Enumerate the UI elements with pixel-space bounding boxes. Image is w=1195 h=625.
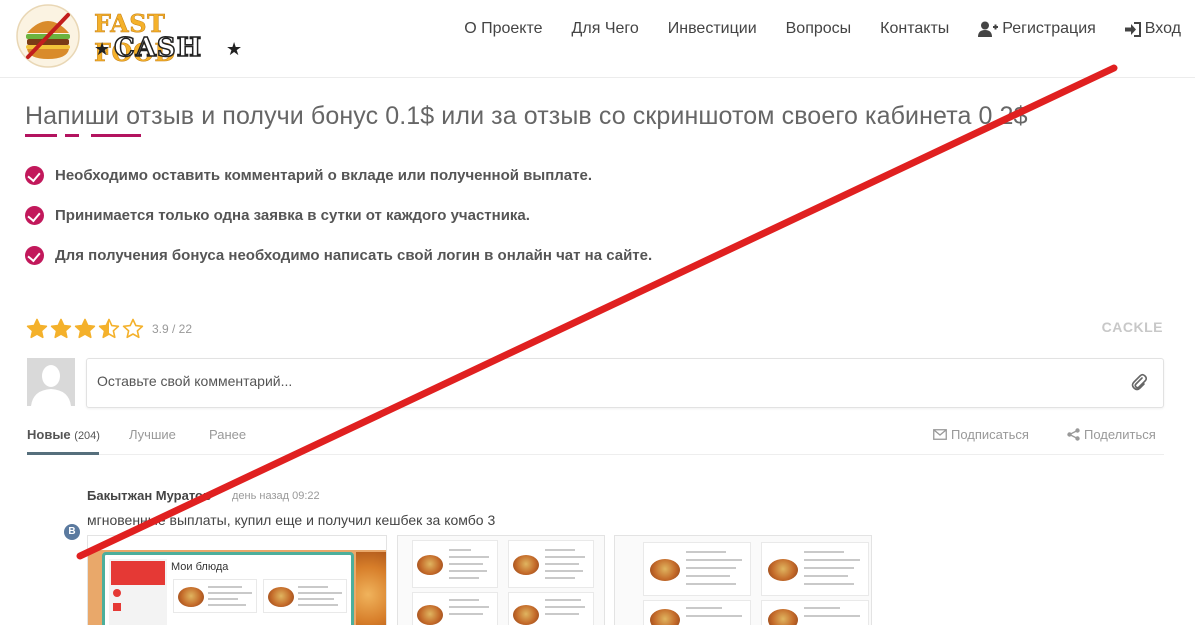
star-icon: ★ [94,39,111,59]
star-icon: ★ [226,39,243,59]
tab-new-label: Новые [27,427,71,442]
tab-new[interactable]: Новые (204) [27,427,100,442]
screenshot-title: Мои блюда [171,561,229,573]
nav-investments[interactable]: Инвестиции [668,20,757,38]
title-underline-decoration [25,134,145,137]
share-label: Поделиться [1084,427,1156,442]
rating-widget: 3.9 / 22 [26,318,192,340]
check-circle-icon [25,245,44,265]
subscribe-label: Подписаться [951,427,1029,442]
tab-new-count: (204) [74,430,100,442]
vk-network-badge: B [64,524,80,540]
comment-author[interactable]: Бакытжан Муратов [87,488,211,503]
rules-list: Необходимо оставить комментарий о вкладе… [25,165,652,285]
page: FAST FOOD ★ CASH ★ О Проекте Для Чего Ин… [0,0,1195,625]
star-empty-icon[interactable] [122,318,144,340]
red-strikethrough-line [76,64,1118,560]
rating-value: 3.9 / 22 [152,322,193,336]
tab-earlier[interactable]: Ранее [209,427,246,442]
comment-input-box[interactable] [86,358,1164,408]
rating-stars[interactable] [26,318,146,340]
nav-purpose[interactable]: Для Чего [572,20,639,38]
page-title: Напиши отзыв и получи бонус 0.1$ или за … [25,102,1028,130]
envelope-icon [933,429,947,440]
burger-crossed-logo-icon [16,4,80,68]
main-nav: О Проекте Для Чего Инвестиции Вопросы Ко… [435,18,1181,40]
nav-login[interactable]: Вход [1124,20,1181,38]
nav-faq[interactable]: Вопросы [786,20,852,38]
rule-item: Принимается только одна заявка в сутки о… [25,205,652,225]
nav-contacts[interactable]: Контакты [880,20,949,38]
rule-item: Необходимо оставить комментарий о вкладе… [25,165,652,185]
nav-register-label: Регистрация [1002,20,1096,37]
star-half-icon[interactable] [98,318,120,340]
tab-best[interactable]: Лучшие [129,427,176,442]
comment-image-thumbnail[interactable] [614,535,872,625]
comment-time[interactable]: день назад 09:22 [232,490,320,502]
user-plus-icon [978,21,999,37]
user-avatar [27,358,75,406]
rule-text: Принимается только одна заявка в сутки о… [55,206,530,224]
star-full-icon[interactable] [74,318,96,340]
comment-input[interactable] [87,359,1087,403]
rule-item: Для получения бонуса необходимо написать… [25,245,652,265]
cackle-brand-link[interactable]: CACKLE [1102,319,1163,335]
check-circle-icon [25,165,44,185]
rule-text: Необходимо оставить комментарий о вкладе… [55,166,592,184]
rule-text: Для получения бонуса необходимо написать… [55,246,653,264]
comment-image-thumbnail[interactable]: Мои блюда [87,535,387,625]
comment-text: мгновенные выплаты, купил еще и получил … [87,512,496,528]
comment-image-thumbnail[interactable] [397,535,605,625]
share-icon [1067,428,1080,441]
subscribe-button[interactable]: Подписаться [933,427,1029,442]
sign-in-icon [1124,21,1141,37]
nav-about[interactable]: О Проекте [464,20,542,38]
share-button[interactable]: Поделиться [1067,427,1156,442]
check-circle-icon [25,205,44,225]
site-logo[interactable]: FAST FOOD ★ CASH ★ [14,3,254,69]
nav-login-label: Вход [1144,20,1181,37]
logo-text-cash: CASH [113,32,203,64]
star-full-icon[interactable] [50,318,72,340]
default-avatar-icon [27,358,75,406]
comment-tabs: Новые (204) Лучшие Ранее Подписаться Под… [27,425,1164,455]
nav-register[interactable]: Регистрация [978,20,1096,38]
active-tab-indicator [27,452,99,455]
paperclip-icon[interactable] [1131,373,1147,391]
star-full-icon[interactable] [26,318,48,340]
site-header: FAST FOOD ★ CASH ★ О Проекте Для Чего Ин… [0,0,1195,78]
